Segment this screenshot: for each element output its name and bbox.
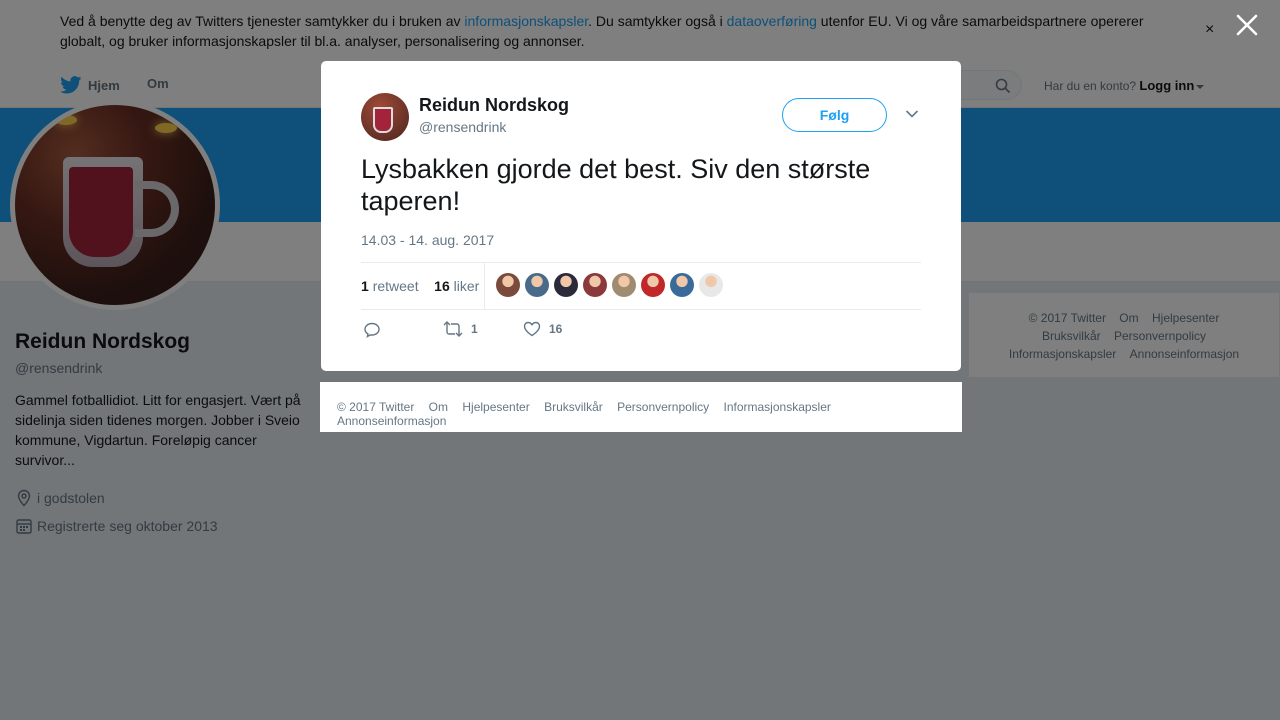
tweet-author-avatar[interactable] — [361, 93, 409, 141]
modal-footer: © 2017 Twitter Om Hjelpesenter Bruksvilk… — [320, 382, 962, 432]
retweet-count[interactable]: 1 — [361, 278, 369, 294]
tweet-author-name[interactable]: Reidun Nordskog — [419, 95, 569, 116]
liker-avatar[interactable] — [612, 273, 636, 297]
tweet-counts: 1 retweet 16 liker — [361, 278, 479, 294]
liker-avatar[interactable] — [670, 273, 694, 297]
retweet-action-count: 1 — [471, 322, 478, 336]
tweet-modal: Reidun Nordskog @rensendrink Følg Lysbak… — [321, 61, 961, 371]
reply-button[interactable] — [363, 321, 381, 339]
footer-link[interactable]: Personvernpolicy — [617, 400, 709, 414]
footer-link[interactable]: © 2017 Twitter — [337, 400, 414, 414]
tweet-text: Lysbakken gjorde det best. Siv den størs… — [361, 154, 871, 216]
follow-button[interactable]: Følg — [782, 98, 887, 132]
like-button[interactable]: 16 — [523, 321, 562, 337]
liker-avatar[interactable] — [525, 273, 549, 297]
like-count[interactable]: 16 — [434, 278, 450, 294]
liker-avatar[interactable] — [554, 273, 578, 297]
footer-link[interactable]: Informasjonskapsler — [724, 400, 831, 414]
tweet-actions: 1 16 — [361, 321, 921, 341]
tweet-timestamp[interactable]: 14.03 - 14. aug. 2017 — [361, 232, 494, 248]
chevron-down-icon[interactable] — [905, 109, 919, 119]
tweet-stats: 1 retweet 16 liker — [361, 262, 921, 310]
liker-avatar[interactable] — [583, 273, 607, 297]
liker-avatar[interactable] — [641, 273, 665, 297]
retweet-label[interactable]: retweet — [373, 278, 419, 294]
stats-divider — [484, 263, 485, 309]
footer-link[interactable]: Hjelpesenter — [462, 400, 529, 414]
liker-avatar[interactable] — [496, 273, 520, 297]
heart-icon — [523, 321, 541, 337]
close-icon[interactable] — [1234, 12, 1260, 38]
footer-link[interactable]: Bruksvilkår — [544, 400, 603, 414]
retweet-icon — [443, 321, 463, 337]
liker-avatar[interactable] — [699, 273, 723, 297]
reply-icon — [364, 322, 380, 338]
like-label[interactable]: liker — [454, 278, 480, 294]
footer-link[interactable]: Annonseinformasjon — [337, 414, 446, 428]
footer-link[interactable]: Om — [429, 400, 448, 414]
liker-avatars — [496, 273, 723, 297]
like-action-count: 16 — [549, 322, 563, 336]
tweet-author-handle[interactable]: @rensendrink — [419, 119, 506, 135]
retweet-button[interactable]: 1 — [443, 321, 478, 337]
avatar-cup — [373, 107, 393, 133]
